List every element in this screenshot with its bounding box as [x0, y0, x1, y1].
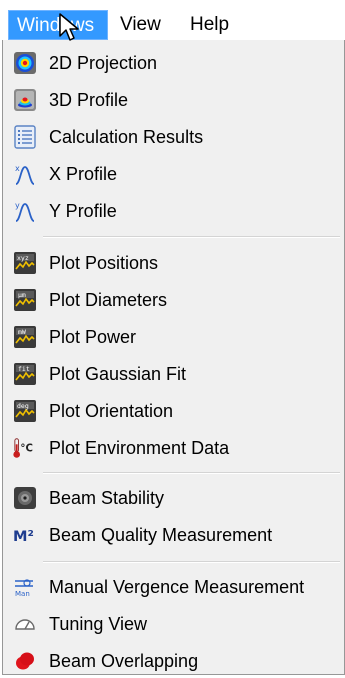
svg-text:μm: μm — [18, 291, 26, 299]
plot-diameters-icon: μm — [13, 288, 37, 312]
plot-positions-icon: xyz — [13, 251, 37, 275]
manual-vergence-icon: Man — [13, 575, 37, 599]
2d-projection-icon — [13, 51, 37, 75]
svg-text:mW: mW — [18, 328, 26, 336]
plot-gaussian-fit-icon: fit — [13, 362, 37, 386]
beam-stability-icon — [13, 486, 37, 510]
mouse-pointer-icon — [59, 13, 79, 41]
menu-item-3d-profile[interactable]: 3D Profile — [7, 83, 343, 117]
windows-dropdown-menu: 2D Projection 3D Profile Calculation Res… — [2, 40, 345, 675]
menu-item-label: 2D Projection — [49, 53, 158, 73]
menu-view[interactable]: View — [112, 10, 172, 40]
beam-overlapping-icon — [13, 649, 37, 673]
menu-item-manual-vergence-measurement[interactable]: Man Manual Vergence Measurement — [7, 570, 343, 604]
menu-separator — [43, 236, 340, 238]
plot-orientation-icon: deg — [13, 399, 37, 423]
menu-item-y-profile[interactable]: y Y Profile — [7, 194, 343, 228]
menu-item-label: Beam Overlapping — [49, 651, 199, 671]
menu-separator — [43, 561, 340, 563]
menu-item-beam-quality-measurement[interactable]: M² Beam Quality Measurement — [7, 518, 343, 552]
menu-item-label: Plot Environment Data — [49, 438, 230, 458]
m-squared-icon: M² — [13, 523, 37, 547]
svg-text:fit: fit — [18, 365, 30, 373]
menu-item-calculation-results[interactable]: Calculation Results — [7, 120, 343, 154]
menu-item-plot-orientation[interactable]: deg Plot Orientation — [7, 394, 343, 428]
menu-item-label: Plot Orientation — [49, 401, 174, 421]
menu-item-plot-environment-data[interactable]: °C Plot Environment Data — [7, 431, 343, 465]
3d-profile-icon — [13, 88, 37, 112]
x-profile-icon: x — [13, 162, 37, 186]
menu-bar: Windows View Help — [0, 0, 345, 40]
svg-text:y: y — [15, 201, 20, 210]
menu-item-label: Tuning View — [49, 614, 148, 634]
menu-item-label: 3D Profile — [49, 90, 129, 110]
menu-help[interactable]: Help — [182, 10, 244, 40]
svg-text:Man: Man — [15, 590, 30, 598]
menu-item-label: Plot Diameters — [49, 290, 168, 310]
tuning-gauge-icon — [13, 612, 37, 636]
menu-item-plot-gaussian-fit[interactable]: fit Plot Gaussian Fit — [7, 357, 343, 391]
menu-item-x-profile[interactable]: x X Profile — [7, 157, 343, 191]
menu-item-plot-positions[interactable]: xyz Plot Positions — [7, 246, 343, 280]
menu-item-label: Manual Vergence Measurement — [49, 577, 305, 597]
menu-item-label: Plot Power — [49, 327, 137, 347]
menu-item-label: Plot Positions — [49, 253, 159, 273]
menu-item-2d-projection[interactable]: 2D Projection — [7, 46, 343, 80]
menu-item-label: Calculation Results — [49, 127, 204, 147]
menu-item-label: Plot Gaussian Fit — [49, 364, 187, 384]
thermometer-icon: °C — [13, 436, 37, 460]
menu-item-label: Beam Quality Measurement — [49, 525, 273, 545]
menu-item-label: X Profile — [49, 164, 118, 184]
svg-text:deg: deg — [17, 402, 29, 410]
menu-item-label: Beam Stability — [49, 488, 165, 508]
menu-item-plot-power[interactable]: mW Plot Power — [7, 320, 343, 354]
svg-text:M²: M² — [13, 528, 34, 545]
svg-text:xyz: xyz — [17, 254, 29, 262]
menu-item-beam-overlapping[interactable]: Beam Overlapping — [7, 644, 343, 678]
svg-text:x: x — [15, 164, 20, 173]
menu-separator — [43, 472, 340, 474]
menu-item-tuning-view[interactable]: Tuning View — [7, 607, 343, 641]
plot-power-icon: mW — [13, 325, 37, 349]
menu-item-beam-stability[interactable]: Beam Stability — [7, 481, 343, 515]
menu-item-label: Y Profile — [49, 201, 117, 221]
calculation-results-icon — [13, 125, 37, 149]
y-profile-icon: y — [13, 199, 37, 223]
svg-text:°C: °C — [20, 444, 33, 455]
menu-item-plot-diameters[interactable]: μm Plot Diameters — [7, 283, 343, 317]
